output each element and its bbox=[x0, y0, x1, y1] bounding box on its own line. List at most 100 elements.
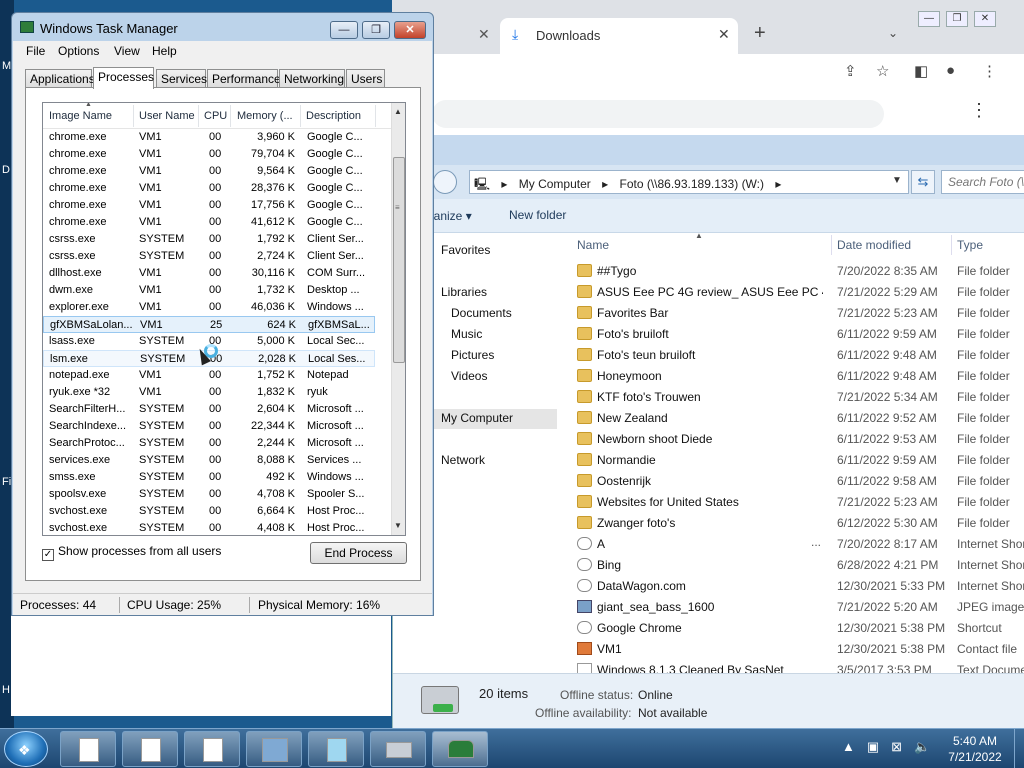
taskbar-explorer-button[interactable] bbox=[370, 731, 426, 767]
taskbar-document-button[interactable] bbox=[122, 731, 178, 767]
process-row[interactable]: dwm.exe VM1 00 1,732 K Desktop ... bbox=[43, 282, 375, 299]
column-divider[interactable] bbox=[198, 105, 199, 127]
scroll-down-icon[interactable]: ▼ bbox=[394, 521, 402, 530]
file-row[interactable]: New Zealand 6/11/2022 9:52 AM File folder bbox=[569, 408, 1024, 429]
menu-options[interactable]: Options bbox=[58, 44, 99, 58]
process-row[interactable]: chrome.exe VM1 00 9,564 K Google C... bbox=[43, 163, 375, 180]
minimize-button[interactable]: — bbox=[918, 11, 940, 27]
tab-services[interactable]: Services bbox=[156, 69, 207, 88]
file-row[interactable]: A... 7/20/2022 8:17 AM Internet Shor bbox=[569, 534, 1024, 555]
file-row[interactable]: Favorites Bar 7/21/2022 5:23 AM File folde… bbox=[569, 303, 1024, 324]
file-row[interactable]: Honeymoon 6/11/2022 9:48 AM File folder bbox=[569, 366, 1024, 387]
tab-processes[interactable]: Processes bbox=[93, 67, 154, 89]
process-row[interactable]: ryuk.exe *32 VM1 00 1,832 K ryuk bbox=[43, 384, 375, 401]
tab-downloads[interactable]: ⤓ Downloads ✕ bbox=[500, 18, 738, 54]
process-row[interactable]: services.exe SYSTEM 00 8,088 K Services ... bbox=[43, 452, 375, 469]
process-list[interactable]: ▲ Image Name User Name CPU Memory (... D… bbox=[42, 102, 406, 536]
process-row[interactable]: chrome.exe VM1 00 17,756 K Google C... bbox=[43, 197, 375, 214]
process-row[interactable]: chrome.exe VM1 00 41,612 K Google C... bbox=[43, 214, 375, 231]
process-row[interactable]: smss.exe SYSTEM 00 492 K Windows ... bbox=[43, 469, 375, 486]
process-row[interactable]: chrome.exe VM1 00 3,960 K Google C... bbox=[43, 129, 375, 146]
column-divider[interactable] bbox=[133, 105, 134, 127]
tab-users[interactable]: Users bbox=[346, 69, 385, 88]
process-row[interactable]: SearchFilterH... SYSTEM 00 2,604 K Microsoft… bbox=[43, 401, 375, 418]
process-row[interactable]: notepad.exe VM1 00 1,752 K Notepad bbox=[43, 367, 375, 384]
search-input[interactable]: Search Foto (\\... bbox=[941, 170, 1024, 194]
file-row[interactable]: KTF foto's Trouwen 7/21/2022 5:34 AM File … bbox=[569, 387, 1024, 408]
show-all-processes-checkbox[interactable]: ✓ Show processes from all users bbox=[42, 544, 221, 561]
process-list-scrollbar[interactable]: ▲ ≡ ▼ bbox=[391, 103, 405, 535]
nav-documents[interactable]: Documents bbox=[451, 306, 512, 320]
process-row[interactable]: spoolsv.exe SYSTEM 00 4,708 K Spooler S... bbox=[43, 486, 375, 503]
file-row[interactable]: VM1 12/30/2021 5:38 PM Contact file bbox=[569, 639, 1024, 660]
column-divider[interactable] bbox=[230, 105, 231, 127]
process-row[interactable]: svchost.exe SYSTEM 00 6,664 K Host Proc... bbox=[43, 503, 375, 520]
close-button[interactable]: ✕ bbox=[394, 21, 426, 39]
col-cpu[interactable]: CPU bbox=[204, 110, 227, 122]
col-description[interactable]: Description bbox=[306, 110, 361, 122]
address-dropdown-icon[interactable]: ▼ bbox=[892, 175, 902, 186]
menu-kebab-icon[interactable]: ⋮ bbox=[982, 62, 997, 80]
nav-videos[interactable]: Videos bbox=[451, 369, 487, 383]
file-row[interactable]: Foto's bruiloft 6/11/2022 9:59 AM File fol… bbox=[569, 324, 1024, 345]
scroll-up-icon[interactable]: ▲ bbox=[394, 107, 402, 116]
nav-pictures[interactable]: Pictures bbox=[451, 348, 494, 362]
breadcrumb-my-computer[interactable]: My Computer bbox=[519, 177, 591, 191]
tab-search-button[interactable]: ⌄ bbox=[888, 26, 898, 40]
column-divider[interactable] bbox=[951, 235, 952, 255]
col-type[interactable]: Type bbox=[957, 238, 983, 252]
taskbar-image-viewer-button[interactable] bbox=[246, 731, 302, 767]
nav-network[interactable]: Network bbox=[441, 453, 485, 467]
downloads-more-icon[interactable]: ⋮ bbox=[970, 100, 988, 121]
taskbar-document-button[interactable] bbox=[184, 731, 240, 767]
file-row[interactable]: ##Tygo 7/20/2022 8:35 AM File folder bbox=[569, 261, 1024, 282]
scrollbar-thumb[interactable] bbox=[393, 157, 405, 363]
bookmark-star-icon[interactable]: ☆ bbox=[876, 62, 889, 80]
tab-close-icon[interactable]: ✕ bbox=[718, 26, 730, 43]
tab-networking[interactable]: Networking bbox=[279, 69, 345, 88]
new-tab-button[interactable]: + bbox=[754, 22, 766, 45]
breadcrumb-arrow[interactable]: ▸ bbox=[602, 177, 608, 191]
breadcrumb-arrow[interactable]: ▸ bbox=[501, 177, 507, 191]
file-row[interactable]: Bing 6/28/2022 4:21 PM Internet Shor bbox=[569, 555, 1024, 576]
process-row[interactable]: explorer.exe VM1 00 46,036 K Windows ... bbox=[43, 299, 375, 316]
refresh-icon[interactable]: ⇆ bbox=[911, 170, 935, 194]
file-row[interactable]: Oostenrijk 6/11/2022 9:58 AM File folder bbox=[569, 471, 1024, 492]
end-process-button[interactable]: End Process bbox=[310, 542, 407, 564]
col-image-name[interactable]: Image Name bbox=[49, 110, 112, 122]
file-row[interactable]: giant_sea_bass_1600 7/21/2022 5:20 AM JPEG… bbox=[569, 597, 1024, 618]
system-clock[interactable]: 5:40 AM 7/21/2022 bbox=[940, 733, 1010, 765]
address-bar[interactable]: 🖳 ▸ My Computer ▸ Foto (\\86.93.189.133)… bbox=[469, 170, 909, 194]
taskbar-task-manager-button[interactable] bbox=[432, 731, 488, 767]
show-hidden-icons-icon[interactable]: ▲ bbox=[842, 739, 855, 754]
side-panel-icon[interactable]: ◧ bbox=[914, 62, 928, 80]
start-button[interactable]: ❖ bbox=[4, 731, 48, 767]
taskbar-document-button[interactable] bbox=[60, 731, 116, 767]
column-divider[interactable] bbox=[375, 105, 376, 127]
col-user-name[interactable]: User Name bbox=[139, 110, 195, 122]
nav-music[interactable]: Music bbox=[451, 327, 482, 341]
file-row[interactable]: Google Chrome 12/30/2021 5:38 PM Shortcut bbox=[569, 618, 1024, 639]
minimize-button[interactable]: — bbox=[330, 21, 358, 39]
taskbar-notepad-button[interactable] bbox=[308, 731, 364, 767]
file-row[interactable]: DataWagon.com 12/30/2021 5:33 PM Internet … bbox=[569, 576, 1024, 597]
menu-file[interactable]: File bbox=[26, 44, 45, 58]
breadcrumb-arrow[interactable]: ▸ bbox=[775, 177, 781, 191]
new-folder-button[interactable]: New folder bbox=[509, 208, 566, 222]
menu-help[interactable]: Help bbox=[152, 44, 177, 58]
process-row[interactable]: chrome.exe VM1 00 28,376 K Google C... bbox=[43, 180, 375, 197]
tab-applications[interactable]: Applications bbox=[25, 69, 95, 88]
volume-icon[interactable]: 🔈 bbox=[914, 739, 930, 754]
profile-icon[interactable]: ● bbox=[946, 62, 955, 79]
file-row[interactable]: Foto's teun bruiloft 6/11/2022 9:48 AM Fil… bbox=[569, 345, 1024, 366]
downloads-search-field[interactable] bbox=[432, 100, 884, 128]
file-row[interactable]: Newborn shoot Diede 6/11/2022 9:53 AM File… bbox=[569, 429, 1024, 450]
col-name[interactable]: Name bbox=[577, 238, 609, 252]
checkbox-check-icon[interactable]: ✓ bbox=[42, 549, 54, 561]
col-memory[interactable]: Memory (... bbox=[237, 110, 293, 122]
file-row[interactable]: Normandie 6/11/2022 9:59 AM File folder bbox=[569, 450, 1024, 471]
nav-my-computer[interactable]: My Computer bbox=[441, 411, 513, 425]
tab-performance[interactable]: Performance bbox=[207, 69, 281, 88]
nav-favorites[interactable]: Favorites bbox=[441, 243, 490, 257]
column-divider[interactable] bbox=[300, 105, 301, 127]
